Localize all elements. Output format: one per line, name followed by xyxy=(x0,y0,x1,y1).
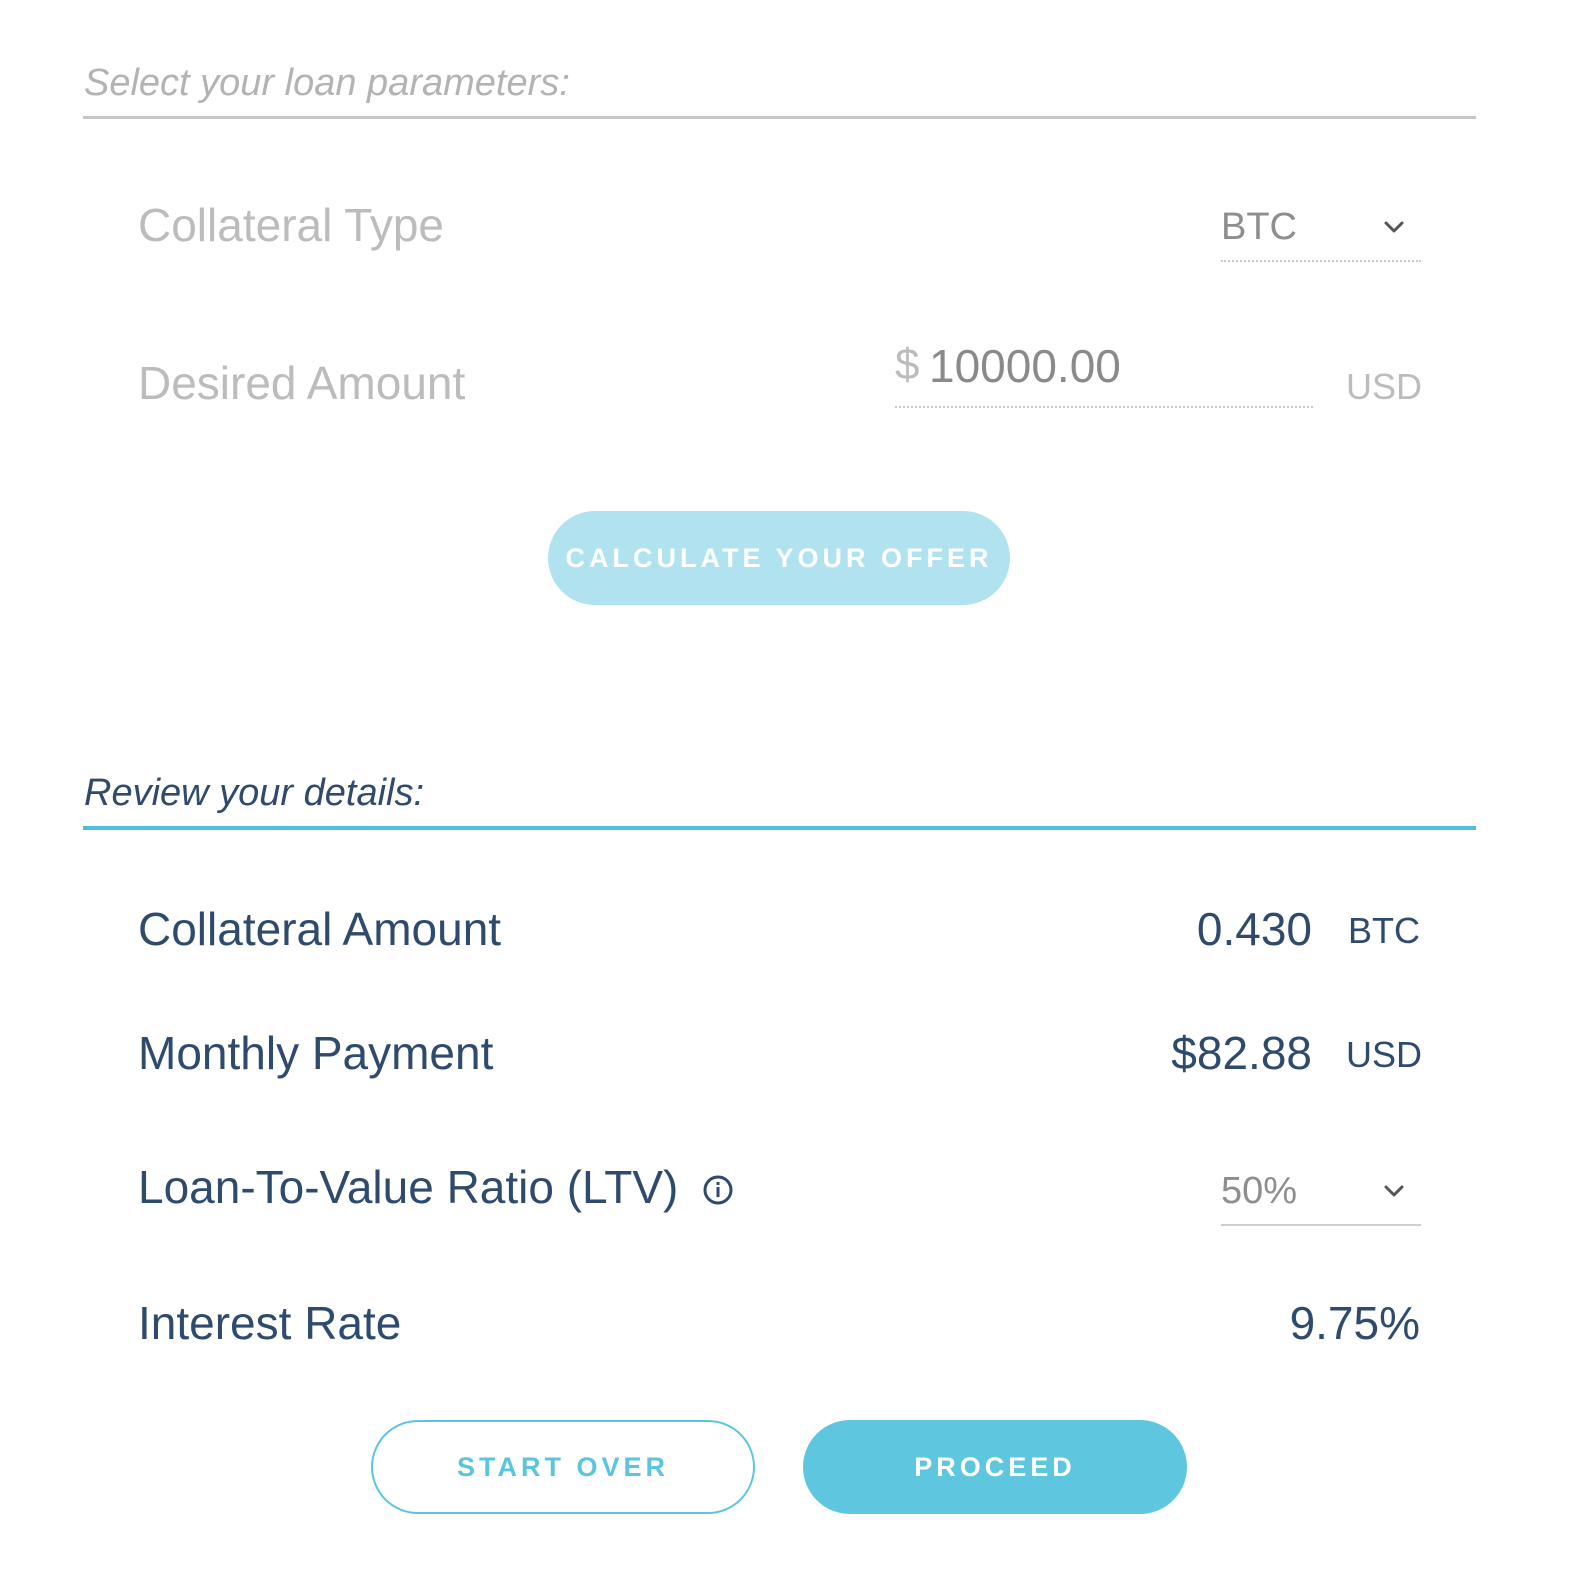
desired-amount-field: $ xyxy=(895,334,1313,408)
collateral-amount-value: 0.430 xyxy=(1196,903,1312,955)
parameters-section-title: Select your loan parameters: xyxy=(84,62,570,104)
collateral-type-label: Collateral Type xyxy=(138,199,444,251)
currency-symbol: $ xyxy=(895,340,920,389)
desired-amount-unit: USD xyxy=(1346,366,1423,407)
monthly-payment-unit: USD xyxy=(1346,1034,1423,1075)
ltv-label: Loan-To-Value Ratio (LTV) xyxy=(138,1161,679,1213)
desired-amount-label: Desired Amount xyxy=(138,357,466,409)
desired-amount-input[interactable] xyxy=(929,336,1299,396)
calculate-offer-button[interactable]: CALCULATE YOUR OFFER xyxy=(548,511,1010,605)
chevron-down-icon xyxy=(1384,1185,1404,1197)
interest-rate-value: 9.75% xyxy=(1289,1297,1420,1349)
review-divider xyxy=(83,826,1476,830)
monthly-payment-label: Monthly Payment xyxy=(138,1027,494,1079)
collateral-amount-label: Collateral Amount xyxy=(138,903,502,955)
proceed-button[interactable]: PROCEED xyxy=(803,1420,1187,1514)
info-icon[interactable] xyxy=(702,1174,734,1206)
chevron-down-icon xyxy=(1384,221,1404,233)
interest-rate-label: Interest Rate xyxy=(138,1297,402,1349)
collateral-type-value: BTC xyxy=(1221,206,1297,248)
start-over-button[interactable]: START OVER xyxy=(371,1420,755,1514)
ltv-select[interactable]: 50% xyxy=(1221,1164,1421,1226)
parameters-divider xyxy=(83,116,1476,119)
ltv-value: 50% xyxy=(1221,1170,1298,1212)
collateral-amount-unit: BTC xyxy=(1348,910,1420,951)
review-section-title: Review your details: xyxy=(84,772,425,814)
collateral-type-select[interactable]: BTC xyxy=(1221,200,1421,262)
monthly-payment-value: $82.88 xyxy=(1171,1027,1312,1079)
